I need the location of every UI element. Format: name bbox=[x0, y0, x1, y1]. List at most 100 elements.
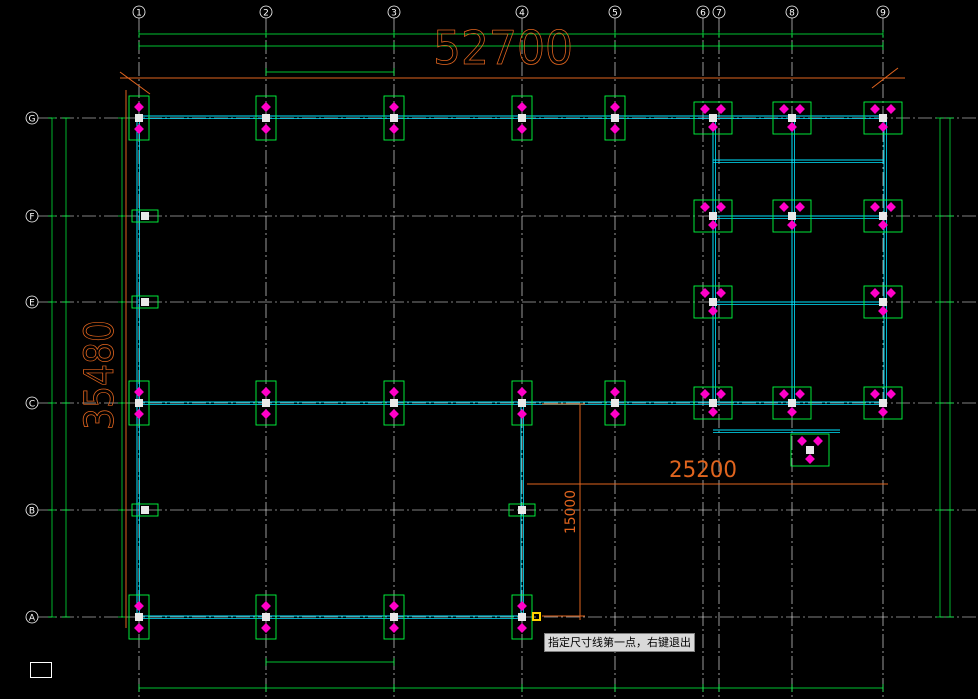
axis-grid bbox=[38, 18, 978, 699]
axis-bubble-B: B bbox=[25, 503, 39, 517]
pile-cap-small-0-column bbox=[141, 212, 149, 220]
svg-text:9: 9 bbox=[880, 9, 886, 19]
pile-cap-group-10-column bbox=[879, 399, 887, 407]
pile-icon bbox=[813, 436, 823, 446]
pile-cap-9-column bbox=[611, 399, 619, 407]
pile-icon bbox=[886, 202, 896, 212]
pile-icon bbox=[708, 122, 718, 132]
pile-icon bbox=[708, 220, 718, 230]
pile-cap-group-9-column bbox=[879, 298, 887, 306]
pile-icon bbox=[517, 124, 527, 134]
pile-icon bbox=[700, 202, 710, 212]
pile-icon bbox=[708, 306, 718, 316]
pile-cap-group-11-column bbox=[806, 446, 814, 454]
pile-cap-6-column bbox=[262, 399, 270, 407]
axis-bubble-8: 8 bbox=[785, 5, 799, 19]
pile-icon bbox=[517, 601, 527, 611]
svg-text:C: C bbox=[29, 400, 35, 410]
partial-height-dimension: 15000 bbox=[563, 490, 579, 534]
active-dimension-lines bbox=[119, 67, 905, 628]
pile-icon bbox=[517, 387, 527, 397]
foundation-beams bbox=[136, 115, 887, 619]
pile-cap-group-4-column bbox=[788, 114, 796, 122]
pile-icon bbox=[716, 288, 726, 298]
pile-cap-4-column bbox=[611, 114, 619, 122]
pile-cap-5-column bbox=[135, 399, 143, 407]
pile-icon bbox=[870, 202, 880, 212]
pile-icon bbox=[261, 124, 271, 134]
axis-bubble-2: 2 bbox=[259, 5, 273, 19]
pile-icon bbox=[805, 454, 815, 464]
axis-bubble-1: 1 bbox=[132, 5, 146, 19]
pile-icon bbox=[878, 407, 888, 417]
pile-icon bbox=[517, 102, 527, 112]
pile-icon bbox=[716, 202, 726, 212]
pile-cap-2-column bbox=[390, 114, 398, 122]
svg-text:E: E bbox=[29, 299, 35, 309]
pile-icon bbox=[261, 387, 271, 397]
pile-icon bbox=[610, 124, 620, 134]
pile-icon bbox=[389, 601, 399, 611]
pile-icon bbox=[787, 220, 797, 230]
pile-icon bbox=[134, 623, 144, 633]
axis-bubble-4: 4 bbox=[515, 5, 529, 19]
axis-bubble-A: A bbox=[25, 610, 39, 624]
pile-icon bbox=[389, 409, 399, 419]
pile-icon bbox=[779, 104, 789, 114]
pile-cap-group-1-column bbox=[709, 212, 717, 220]
svg-text:G: G bbox=[29, 115, 36, 125]
pile-icon bbox=[261, 601, 271, 611]
pile-icon bbox=[389, 102, 399, 112]
pile-cap-small-2-column bbox=[141, 506, 149, 514]
pile-icon bbox=[716, 389, 726, 399]
pile-cap-12-column bbox=[390, 613, 398, 621]
dimension-chains bbox=[48, 30, 954, 692]
pile-icon bbox=[261, 623, 271, 633]
pile-icon bbox=[716, 104, 726, 114]
cad-drawing-canvas[interactable]: 1 2 3 4 5 6 7 8 9 G F E C B A 52700 3 5 4 8… bbox=[0, 0, 978, 699]
pile-cap-7-column bbox=[390, 399, 398, 407]
partial-width-dimension: 25200 bbox=[669, 458, 737, 483]
pile-icon bbox=[886, 104, 896, 114]
pile-icon bbox=[134, 409, 144, 419]
pile-cap-group-5-column bbox=[788, 212, 796, 220]
axis-bubble-F: F bbox=[25, 209, 39, 223]
axis-bubble-9: 9 bbox=[876, 5, 890, 19]
pile-icon bbox=[700, 288, 710, 298]
pile-icon bbox=[795, 202, 805, 212]
column-axis-bubbles: 1 2 3 4 5 6 7 8 9 bbox=[132, 5, 890, 19]
pile-icon bbox=[700, 104, 710, 114]
pile-cap-group-2-column bbox=[709, 298, 717, 306]
pile-cap-group-7-column bbox=[879, 114, 887, 122]
pile-cap-group-3-column bbox=[709, 399, 717, 407]
pile-icon bbox=[389, 124, 399, 134]
svg-text:B: B bbox=[29, 507, 35, 517]
pile-cap-3-column bbox=[518, 114, 526, 122]
svg-text:4: 4 bbox=[519, 9, 525, 19]
command-prompt-tooltip: 指定尺寸线第一点，右键退出 bbox=[544, 633, 695, 652]
pile-icon bbox=[610, 409, 620, 419]
svg-text:7: 7 bbox=[716, 9, 722, 19]
pile-icon bbox=[517, 623, 527, 633]
axis-bubble-G: G bbox=[25, 111, 39, 125]
pile-cap-group-8-column bbox=[879, 212, 887, 220]
svg-text:6: 6 bbox=[700, 9, 706, 19]
pile-icon bbox=[779, 389, 789, 399]
axis-bubble-3: 3 bbox=[387, 5, 401, 19]
svg-text:1: 1 bbox=[136, 9, 142, 19]
pile-cap-0-column bbox=[135, 114, 143, 122]
ucs-icon bbox=[30, 662, 52, 678]
pile-icon bbox=[261, 409, 271, 419]
axis-bubble-5: 5 bbox=[608, 5, 622, 19]
overall-width-dimension: 52700 bbox=[433, 21, 573, 75]
pile-icon bbox=[134, 601, 144, 611]
svg-text:A: A bbox=[29, 614, 36, 624]
pile-icon bbox=[134, 102, 144, 112]
pile-icon bbox=[610, 102, 620, 112]
axis-bubble-C: C bbox=[25, 396, 39, 410]
pile-icon bbox=[787, 122, 797, 132]
pile-icon bbox=[870, 288, 880, 298]
pile-icon bbox=[886, 288, 896, 298]
object-snap-marker bbox=[532, 612, 541, 621]
pile-icon bbox=[134, 124, 144, 134]
